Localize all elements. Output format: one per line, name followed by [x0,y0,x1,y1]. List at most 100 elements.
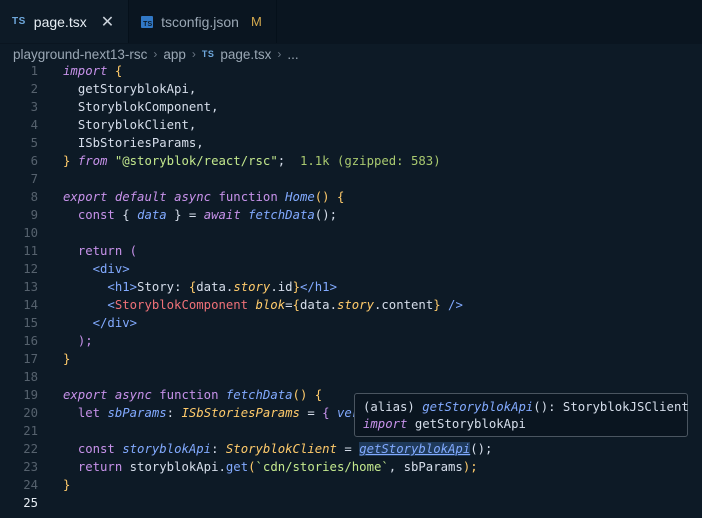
keyword: async [114,388,152,402]
hover-return: (): StoryblokJSClient [533,400,689,414]
hover-alias: (alias) [363,400,423,414]
identifier: ISbStoriesParams, [77,136,204,150]
hover-keyword: import [363,417,408,431]
string: `cdn/stories/home` [255,460,389,474]
variable: data [196,280,226,294]
typescript-icon: TS [201,49,215,59]
line-number: 3 [30,100,38,114]
code-line: 2 getStoryblokApi, [0,80,702,98]
jsx-text: Story: [137,280,189,294]
line-number: 15 [23,316,38,330]
hover-line-signature: (alias) getStoryblokApi(): StoryblokJSCl… [363,399,689,416]
keyword: function [218,190,278,204]
keyword: return [77,244,123,258]
punct: { [322,406,330,420]
keyword: const [77,442,115,456]
code-line: 15 </div> [0,314,702,332]
breadcrumb-file[interactable]: page.tsx [220,47,271,62]
code-line: 22 const storyblokApi: StoryblokClient =… [0,440,702,458]
line-number: 13 [23,280,38,294]
property: content [381,298,434,312]
breadcrumb-more[interactable]: ... [287,47,298,62]
hover-tooltip: (alias) getStoryblokApi (): StoryblokJSCl… [354,393,689,437]
line-number: 10 [23,226,38,240]
method-call: get [225,460,249,474]
type-name: ISbStoriesParams [181,406,300,420]
punct: } [63,478,71,492]
hover-line-import: import getStoryblokApi [363,416,679,433]
property: story [233,280,271,294]
code-line: 6} from "@storyblok/react/rsc"; 1.1k (gz… [0,152,702,170]
line-number: 14 [23,298,38,312]
code-line: 9 const { data } = await fetchData(); [0,206,702,224]
tab-tsconfig-json[interactable]: TS tsconfig.json M [129,0,277,43]
modified-badge: M [250,14,262,29]
line-number: 4 [30,118,38,132]
code-line: 10 [0,224,702,242]
punct: } [292,280,300,294]
punct: } [174,208,182,222]
code-line: 3 StoryblokComponent, [0,98,702,116]
punct: { [336,190,345,204]
code-line: 23 return storyblokApi.get(`cdn/stories/… [0,458,702,476]
punct: ; [277,154,286,168]
line-number: 8 [30,190,38,204]
punct: } [433,298,441,312]
punct: . [270,280,278,294]
punct: { [314,388,323,402]
keyword: from [77,154,108,168]
typescript-icon: TS [12,16,26,27]
punct: ( [248,460,256,474]
punct: { [292,298,300,312]
tab-label: page.tsx [33,13,87,30]
punct: : [166,406,175,420]
line-number: 21 [23,424,38,438]
string: "@storyblok/react/rsc" [114,154,278,168]
code-line: 4 StoryblokClient, [0,116,702,134]
punct: ); [77,334,93,348]
keyword: let [77,406,101,420]
function-call-hovered[interactable]: getStoryblokApi [359,442,471,456]
line-number: 7 [30,172,38,186]
code-line: 25 [0,494,702,512]
line-number: 25 [23,496,38,510]
code-line: 17} [0,350,702,368]
punct: } [63,352,71,366]
line-number: 18 [23,370,38,384]
jsx-tag: <h1> [107,280,138,294]
hover-import-name: getStoryblokApi [407,417,526,431]
punct: ( [129,244,138,258]
variable: sbParams [107,406,167,420]
breadcrumb-root[interactable]: playground-next13-rsc [13,47,147,62]
code-editor[interactable]: 1 import { 2 getStoryblokApi, 3 Storyblok… [0,62,702,512]
line-number: 5 [30,136,38,150]
variable: storyblokApi [129,460,219,474]
identifier: StoryblokComponent, [77,100,219,114]
function-name: fetchData [225,388,293,402]
identifier: StoryblokClient, [77,118,197,132]
punct: = [188,208,197,222]
line-number: 2 [30,82,38,96]
punct: = [307,406,315,420]
line-number: 22 [23,442,38,456]
code-line: 11 return ( [0,242,702,260]
tab-page-tsx[interactable]: TS page.tsx ✕ [0,0,130,43]
close-icon[interactable]: ✕ [101,12,114,32]
punct: (); [470,442,493,456]
punct: (); [314,208,338,222]
code-line: 14 <StoryblokComponent blok={data.story.… [0,296,702,314]
punct: } [63,154,71,168]
keyword: default [114,190,167,204]
punct: { [114,64,123,78]
property: story [336,298,374,312]
code-line: 5 ISbStoriesParams, [0,134,702,152]
line-number: 17 [23,352,38,366]
variable: data [299,298,330,312]
variable: data [137,208,167,222]
jsx-tag: </div> [92,316,138,330]
code-line: 18 [0,368,702,386]
line-number: 12 [23,262,38,276]
keyword: async [174,190,212,204]
breadcrumb-folder[interactable]: app [163,47,186,62]
function-name: Home [285,190,315,204]
